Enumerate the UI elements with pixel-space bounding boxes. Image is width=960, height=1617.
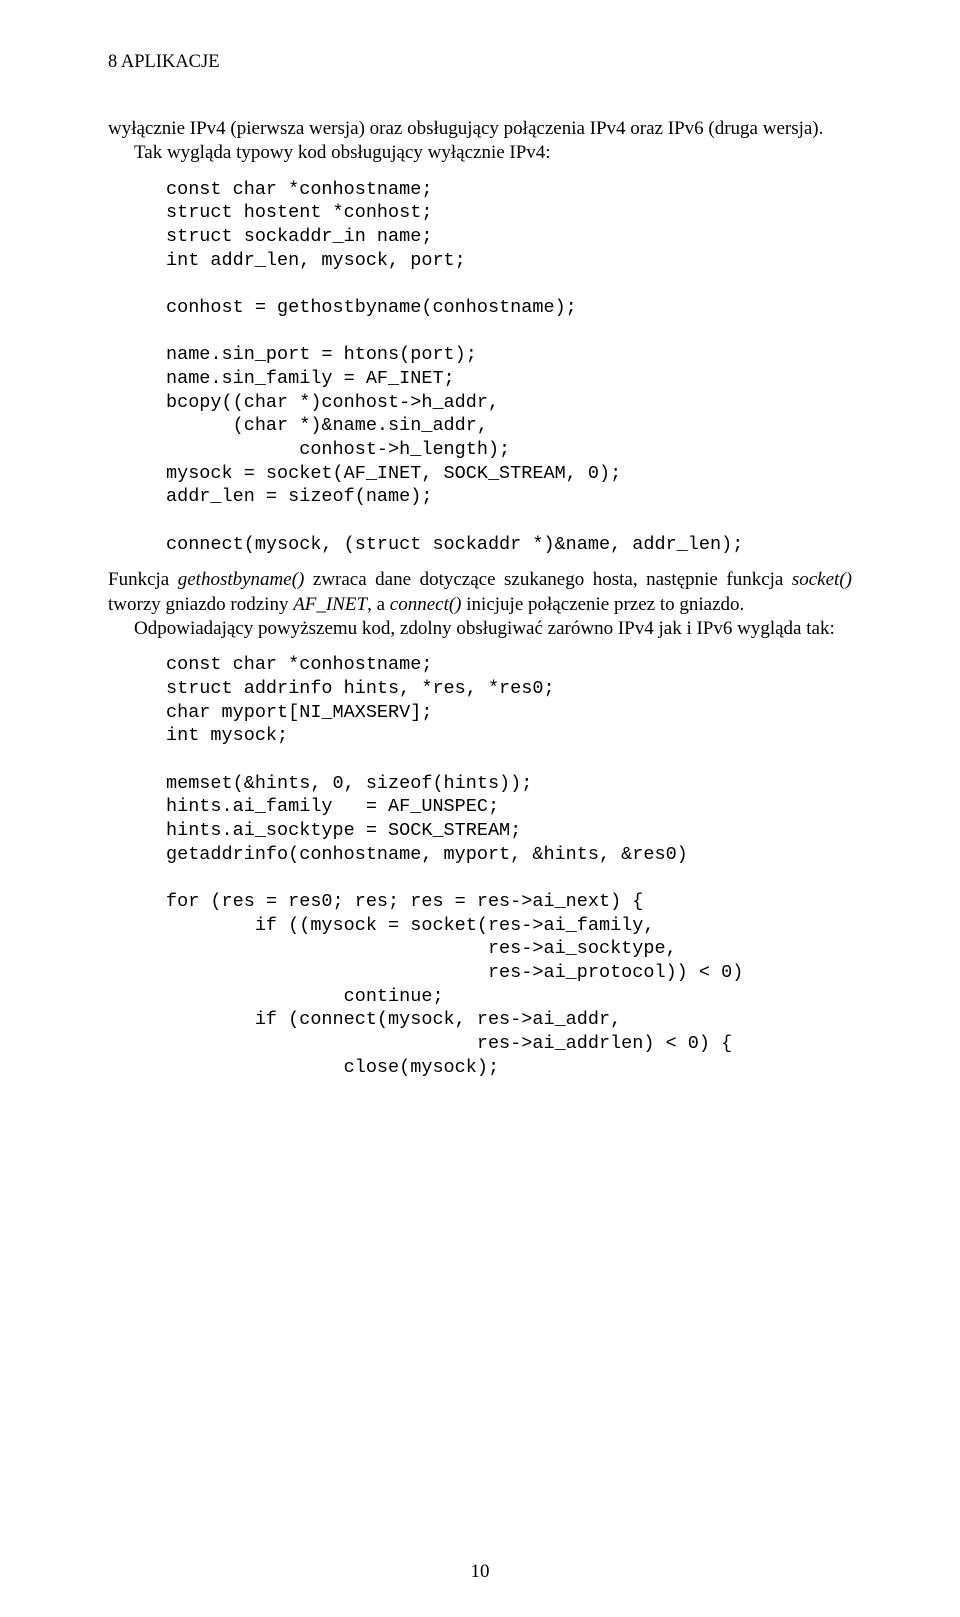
intro-line-1: wyłącznie IPv4 (pierwsza wersja) oraz ob…	[108, 117, 852, 141]
fn-connect: connect()	[390, 594, 462, 615]
explain-followup: Odpowiadający powyższemu kod, zdolny obs…	[108, 617, 852, 641]
explain-paragraph: Funkcja gethostbyname() zwraca dane doty…	[108, 568, 852, 641]
explain-line: Funkcja gethostbyname() zwraca dane doty…	[108, 568, 852, 617]
fn-socket: socket()	[792, 569, 852, 590]
intro-paragraph: wyłącznie IPv4 (pierwsza wersja) oraz ob…	[108, 117, 852, 166]
page: 8 APLIKACJE wyłącznie IPv4 (pierwsza wer…	[0, 0, 960, 1617]
txt: , a	[367, 594, 390, 615]
code-block-ipv6: const char *conhostname; struct addrinfo…	[166, 653, 852, 1079]
txt: zwraca dane dotyczące szukanego hosta, n…	[304, 569, 791, 590]
txt: inicjuje połączenie przez to gniazdo.	[462, 594, 745, 615]
txt: tworzy gniazdo rodziny	[108, 594, 293, 615]
intro-line-2: Tak wygląda typowy kod obsługujący wyłąc…	[108, 141, 852, 165]
running-head: 8 APLIKACJE	[108, 52, 852, 73]
page-number: 10	[0, 1561, 960, 1583]
code-block-ipv4: const char *conhostname; struct hostent …	[166, 178, 852, 557]
fn-gethostbyname: gethostbyname()	[178, 569, 305, 590]
const-af-inet: AF_INET	[293, 594, 367, 615]
txt: Funkcja	[108, 569, 178, 590]
